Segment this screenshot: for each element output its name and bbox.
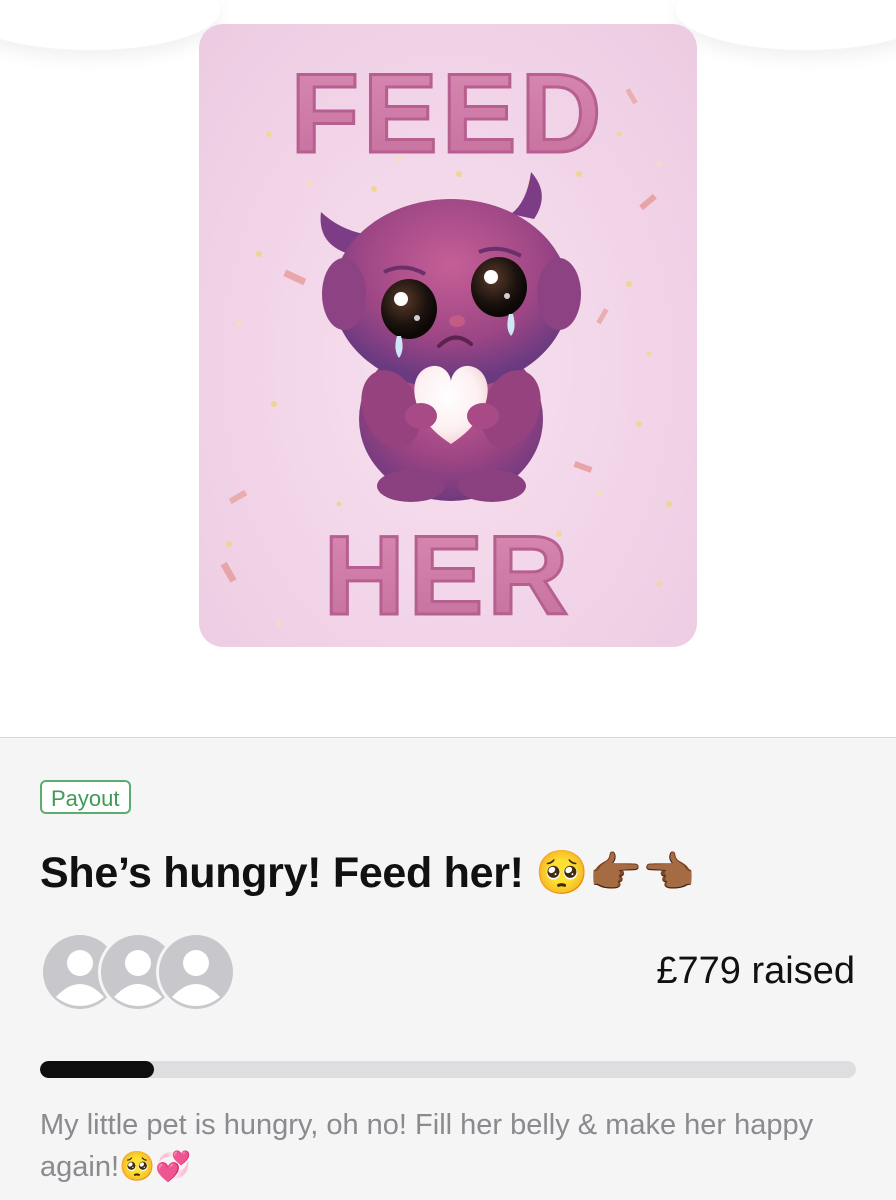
payout-badge: Payout	[40, 780, 131, 814]
supporter-avatars[interactable]	[40, 932, 240, 1014]
campaign-page: FEED HER Payout She’s hungry! Feed her! …	[0, 0, 896, 1200]
person-placeholder-icon	[156, 932, 236, 1012]
monster-illustration	[320, 172, 581, 502]
campaign-description: My little pet is hungry, oh no! Fill her…	[40, 1109, 814, 1183]
hero-area: FEED HER	[0, 0, 896, 737]
campaign-image[interactable]: FEED HER	[199, 24, 697, 647]
poster-line-her: HER	[324, 513, 572, 638]
funding-progress-bar	[40, 1061, 856, 1078]
campaign-title: She’s hungry! Feed her! 🥺👉🏾👈🏾	[40, 849, 696, 897]
amount-raised: £779 raised	[656, 950, 855, 992]
funding-progress-fill	[40, 1061, 155, 1078]
poster-line-feed: FEED	[291, 51, 606, 176]
